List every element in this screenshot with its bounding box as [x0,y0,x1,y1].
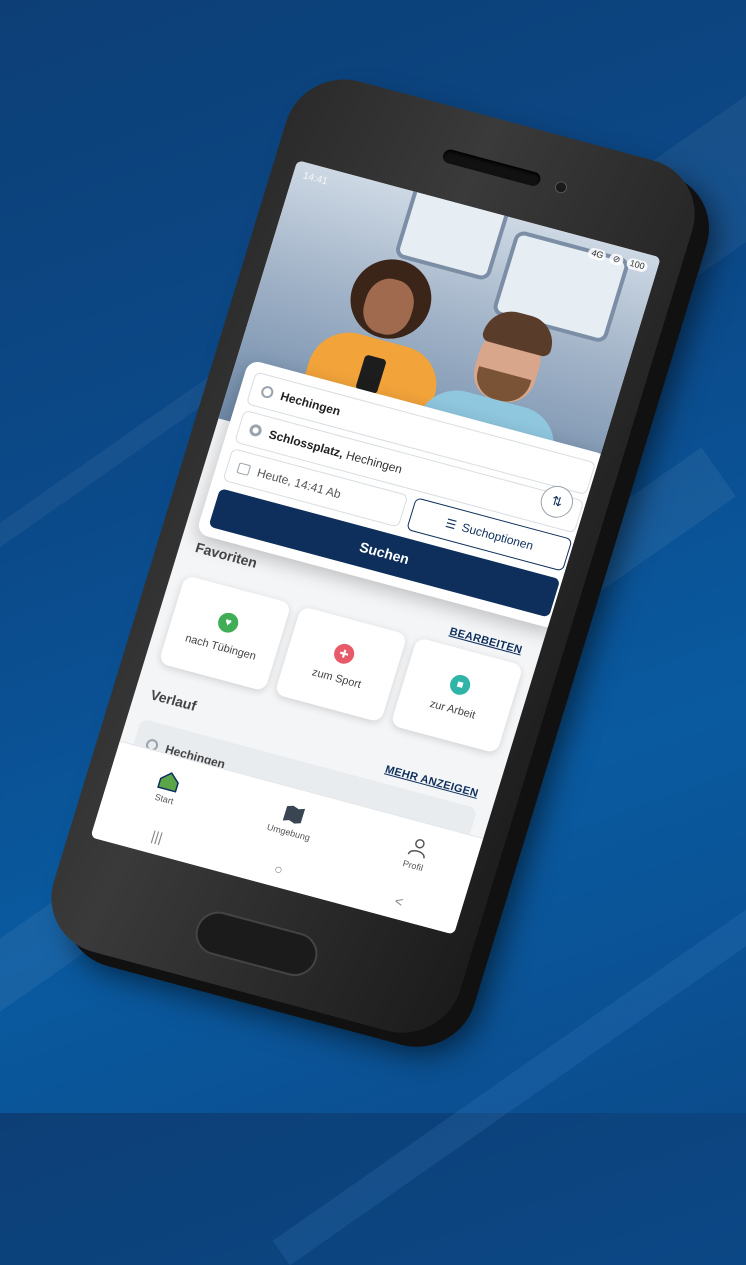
home-icon [155,768,184,793]
search-options-label: Suchoptionen [459,520,536,553]
datetime-value: Heute, 14:41 Ab [255,465,343,502]
tab-label: Umgebung [265,821,312,843]
favorite-label: zur Arbeit [428,697,477,722]
heart-icon: ♥ [215,610,241,635]
favorite-label: nach Tübingen [183,632,258,663]
origin-radio-icon [259,384,275,400]
history-title: Verlauf [148,686,199,714]
battery-icon: 100 [625,257,649,274]
recent-apps-button[interactable]: ||| [149,827,164,845]
person-icon [404,835,433,860]
to-value-bold: Schlossplatz, [267,427,346,461]
tab-start[interactable]: Start [151,768,184,807]
favorite-label: zum Sport [310,666,363,691]
tab-umgebung[interactable]: Umgebung [266,799,318,843]
phone-speaker [441,148,543,188]
tab-profil[interactable]: Profil [400,835,433,874]
dumbbell-icon: ✚ [331,641,357,666]
favorite-tuebingen[interactable]: ♥ nach Tübingen [158,575,292,692]
sliders-icon: ☰ [443,516,459,533]
destination-radio-icon [248,423,264,438]
phone-camera [553,180,569,195]
tab-label: Profil [401,858,425,874]
back-button[interactable]: < [393,893,406,910]
home-nav-button[interactable]: ○ [272,860,285,877]
to-value-rest: Hechingen [341,447,404,477]
app-screen: 14:41 4G ⊘ 100 Hechingen Schlossplatz, H… [90,160,661,935]
map-icon [280,802,309,827]
building-icon: ■ [447,672,473,698]
calendar-icon [236,461,252,476]
phone-home-button[interactable] [190,906,323,981]
tab-label: Start [153,791,175,807]
status-time: 14:41 [301,170,329,188]
favorite-arbeit[interactable]: ■ zur Arbeit [390,637,524,754]
from-value: Hechingen [278,389,343,419]
favorite-sport[interactable]: ✚ zum Sport [274,606,408,723]
